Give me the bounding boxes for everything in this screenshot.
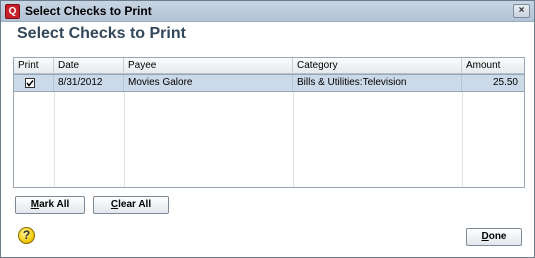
- column-divider: [293, 92, 294, 187]
- window-title: Select Checks to Print: [25, 4, 152, 18]
- clear-all-button[interactable]: Clear All: [93, 196, 169, 214]
- mark-all-button[interactable]: Mark All: [15, 196, 85, 214]
- column-header-payee[interactable]: Payee: [124, 58, 293, 74]
- clear-all-label: lear All: [118, 199, 152, 210]
- column-header-category[interactable]: Category: [293, 58, 462, 74]
- column-divider: [54, 92, 55, 187]
- checks-table: Print Date Payee Category Amount 8/31/20…: [13, 57, 525, 188]
- table-row[interactable]: 8/31/2012 Movies Galore Bills & Utilitie…: [14, 74, 524, 92]
- amount-cell: 25.50: [492, 77, 518, 88]
- print-cell[interactable]: [14, 75, 54, 91]
- mark-all-label: ark All: [39, 199, 70, 210]
- page-title: Select Checks to Print: [17, 25, 186, 42]
- quicken-app-icon: Q: [5, 4, 20, 19]
- column-divider: [462, 92, 463, 187]
- column-header-print[interactable]: Print: [14, 58, 54, 74]
- mark-all-mnemonic: M: [30, 199, 40, 210]
- title-bar[interactable]: Q Select Checks to Print ×: [1, 1, 534, 22]
- done-label: one: [488, 231, 507, 242]
- table-header: Print Date Payee Category Amount: [14, 58, 524, 74]
- date-cell: 8/31/2012: [54, 75, 124, 91]
- close-button[interactable]: ×: [513, 4, 530, 18]
- category-cell: Bills & Utilities:Television: [293, 75, 462, 91]
- column-divider: [124, 92, 125, 187]
- done-mnemonic: D: [481, 231, 489, 242]
- print-checkbox[interactable]: [25, 78, 35, 88]
- help-icon[interactable]: ?: [18, 227, 35, 244]
- payee-cell: Movies Galore: [124, 75, 293, 91]
- column-header-amount[interactable]: Amount: [462, 58, 524, 74]
- done-button[interactable]: Done: [466, 228, 522, 246]
- column-header-date[interactable]: Date: [54, 58, 124, 74]
- select-checks-dialog: Q Select Checks to Print × Select Checks…: [0, 0, 535, 258]
